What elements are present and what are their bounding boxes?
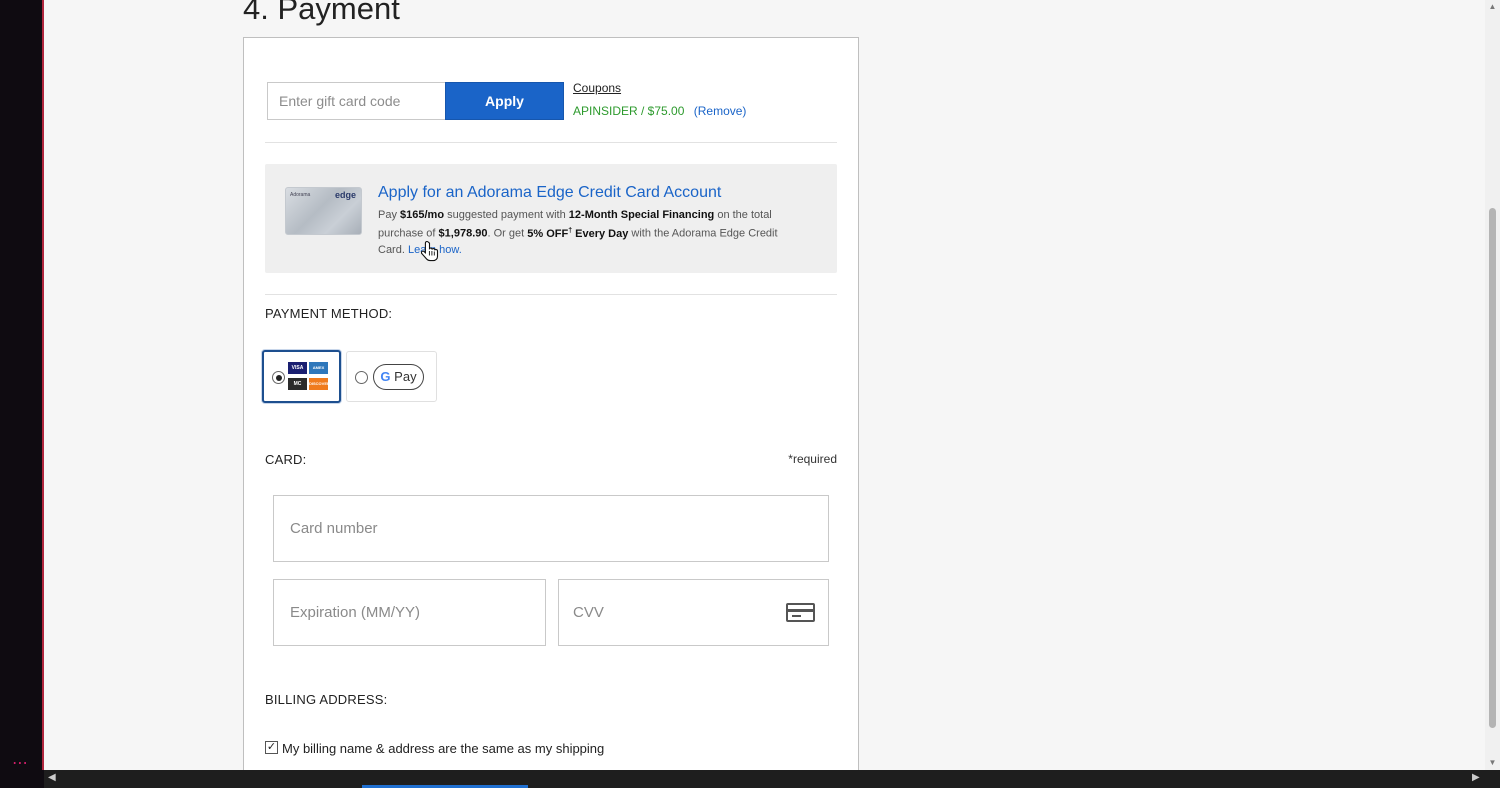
coupons-link[interactable]: Coupons	[573, 81, 621, 95]
billing-address-label: BILLING ADDRESS:	[265, 692, 388, 707]
ellipsis-icon[interactable]: ⋯	[12, 756, 29, 772]
adorama-edge-card-image: Adorama edge	[285, 187, 362, 235]
required-note: *required	[788, 452, 837, 466]
credit-card-promo: Adorama edge Apply for an Adorama Edge C…	[265, 164, 837, 273]
scroll-down-icon[interactable]: ▼	[1485, 758, 1500, 767]
card-label: CARD:	[265, 452, 307, 467]
section-title: 4. Payment	[243, 0, 400, 26]
divider	[265, 294, 837, 295]
apply-gift-card-button[interactable]: Apply	[445, 82, 564, 120]
left-rail: ⋯	[0, 0, 43, 772]
payment-option-credit-card[interactable]: VISA AMEX MC DISCOVER	[262, 350, 341, 403]
payment-option-google-pay[interactable]: G Pay	[346, 351, 437, 402]
apply-credit-card-link[interactable]: Apply for an Adorama Edge Credit Card Ac…	[378, 184, 721, 202]
applied-coupon-text: APINSIDER / $75.00	[573, 104, 685, 118]
scroll-right-icon[interactable]: ▶	[1472, 772, 1480, 783]
scroll-left-icon[interactable]: ◀	[48, 772, 56, 783]
hand-pointer-icon	[421, 240, 439, 262]
google-pay-radio[interactable]	[355, 371, 368, 384]
scrollbar-corner	[1485, 770, 1500, 788]
gift-card-input[interactable]	[267, 82, 446, 120]
vertical-scroll-thumb[interactable]	[1489, 208, 1496, 728]
card-brand-text: Adorama	[290, 192, 311, 198]
mastercard-logo-icon: MC	[288, 378, 307, 390]
divider	[265, 142, 837, 143]
same-as-shipping-checkbox[interactable]: ✓	[265, 741, 278, 754]
payment-method-label: PAYMENT METHOD:	[265, 306, 393, 321]
scroll-up-icon[interactable]: ▲	[1485, 2, 1500, 11]
credit-card-icon	[786, 603, 815, 622]
amex-logo-icon: AMEX	[309, 362, 328, 374]
credit-card-radio[interactable]	[272, 371, 285, 384]
horizontal-scrollbar[interactable]: ◀ ▶	[44, 770, 1485, 788]
google-pay-logo-icon: G Pay	[373, 364, 424, 390]
promo-description: Pay $165/mo suggested payment with 12-Mo…	[378, 209, 778, 256]
discover-logo-icon: DISCOVER	[309, 378, 330, 390]
card-edge-text: edge	[334, 190, 356, 200]
expiration-input[interactable]	[273, 579, 546, 646]
cvv-field	[558, 579, 829, 646]
card-number-input[interactable]	[273, 495, 829, 562]
vertical-scrollbar[interactable]: ▲ ▼	[1485, 0, 1500, 770]
visa-logo-icon: VISA	[288, 362, 307, 374]
page-viewport: 4. Payment Apply Coupons APINSIDER / $75…	[44, 0, 1485, 770]
remove-coupon-link[interactable]: (Remove)	[694, 104, 747, 118]
same-as-shipping-label[interactable]: My billing name & address are the same a…	[282, 741, 604, 756]
payment-panel: Apply Coupons APINSIDER / $75.00 (Remove…	[243, 37, 859, 770]
applied-coupon: APINSIDER / $75.00 (Remove)	[573, 104, 746, 118]
